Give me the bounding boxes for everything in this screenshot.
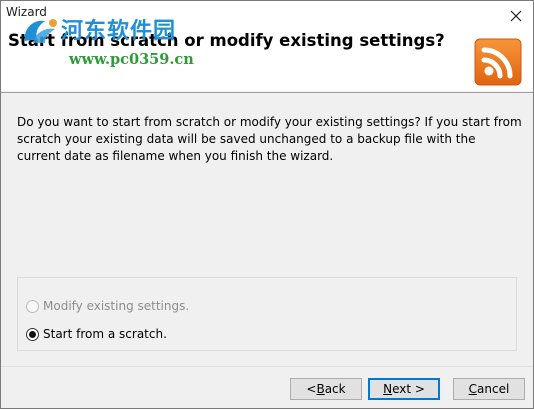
cancel-button-label: ancel (477, 382, 510, 396)
modify-existing-radio (26, 299, 39, 313)
rss-feed-icon (474, 38, 522, 86)
footer-divider (1, 366, 533, 367)
cancel-button[interactable]: Cancel (453, 378, 525, 400)
back-button-label: ack (324, 382, 346, 396)
back-button-mnemonic: B (316, 382, 325, 396)
modify-existing-option: Modify existing settings. (26, 298, 189, 314)
start-from-scratch-label[interactable]: Start from a scratch. (43, 327, 167, 341)
back-button-prefix: < (306, 382, 317, 396)
window-title: Wizard (6, 5, 47, 19)
wizard-header: Start from scratch or modify existing se… (1, 31, 533, 91)
start-from-scratch-radio[interactable] (26, 327, 39, 341)
close-icon (510, 10, 522, 22)
header-divider (1, 92, 533, 93)
close-button[interactable] (499, 1, 533, 31)
options-group: Modify existing settings. Start from a s… (17, 277, 517, 351)
wizard-window: Wizard Start from scratch or modify exis… (0, 0, 534, 409)
page-title: Start from scratch or modify existing se… (8, 31, 445, 50)
next-button[interactable]: Next > (368, 378, 440, 400)
next-button-mnemonic: N (383, 382, 393, 396)
title-bar: Wizard (1, 1, 533, 31)
cancel-button-mnemonic: C (468, 382, 478, 396)
modify-existing-label: Modify existing settings. (43, 299, 190, 313)
start-from-scratch-option[interactable]: Start from a scratch. (26, 326, 167, 342)
back-button[interactable]: < Back (290, 378, 362, 400)
description-text: Do you want to start from scratch or mod… (17, 115, 522, 163)
next-button-label: ext > (392, 382, 425, 396)
radio-selected-dot (29, 330, 36, 338)
